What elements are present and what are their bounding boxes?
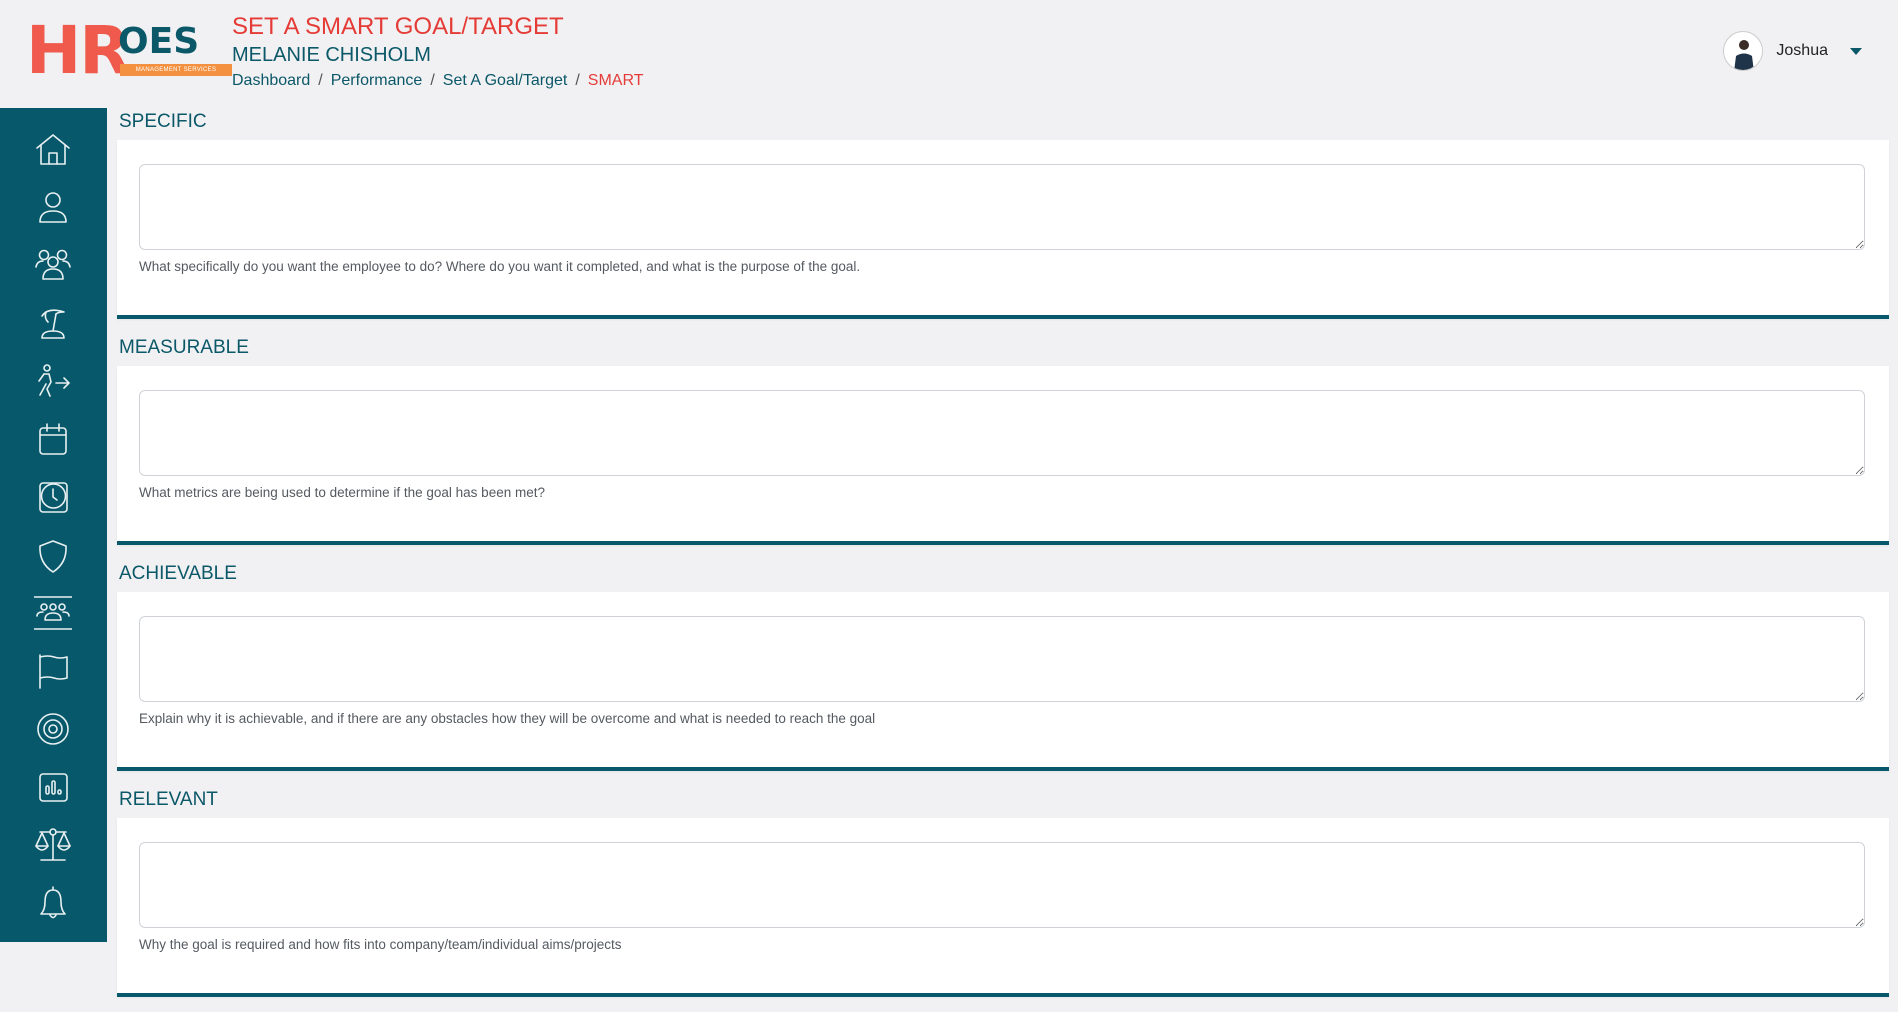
logo-hr: HR	[26, 12, 130, 89]
users-icon[interactable]	[33, 244, 73, 284]
scales-icon[interactable]	[33, 825, 73, 865]
logo-oes: OES	[118, 21, 200, 62]
section-specific: SPECIFIC What specifically do you want t…	[117, 108, 1889, 319]
hroes-logo[interactable]: HR OES MANAGEMENT SERVICES	[26, 18, 232, 84]
home-icon[interactable]	[33, 130, 73, 170]
section-title: SPECIFIC	[119, 111, 207, 132]
help-text: Why the goal is required and how fits in…	[139, 937, 622, 952]
help-text: What specifically do you want the employ…	[139, 259, 861, 274]
bell-icon[interactable]	[33, 883, 73, 923]
section-panel: Why the goal is required and how fits in…	[117, 818, 1889, 997]
section-panel: What specifically do you want the employ…	[117, 140, 1889, 319]
flag-icon[interactable]	[33, 651, 73, 691]
smart-goal-form: SPECIFIC What specifically do you want t…	[117, 108, 1889, 1012]
help-text: Explain why it is achievable, and if the…	[139, 711, 876, 726]
measurable-textarea[interactable]	[139, 390, 1865, 476]
breadcrumb-separator: /	[575, 72, 580, 89]
user-icon[interactable]	[33, 187, 73, 227]
section-title: MEASURABLE	[119, 337, 249, 358]
breadcrumb-separator: /	[430, 72, 435, 89]
avatar	[1723, 31, 1764, 71]
calendar-icon[interactable]	[33, 419, 73, 459]
achievable-textarea[interactable]	[139, 616, 1865, 702]
section-title: RELEVANT	[119, 789, 218, 810]
breadcrumb-performance[interactable]: Performance	[331, 72, 423, 89]
user-name: Joshua	[1776, 42, 1828, 59]
breadcrumb-set-goal[interactable]: Set A Goal/Target	[443, 72, 568, 89]
page-title: SET A SMART GOAL/TARGET	[232, 13, 564, 40]
help-text: What metrics are being used to determine…	[139, 485, 545, 500]
section-title: ACHIEVABLE	[119, 563, 237, 584]
logo-tagline: MANAGEMENT SERVICES	[120, 64, 232, 76]
shield-icon[interactable]	[33, 536, 73, 576]
sidebar	[0, 108, 107, 942]
header: HR OES MANAGEMENT SERVICES SET A SMART G…	[0, 0, 1898, 108]
relevant-textarea[interactable]	[139, 842, 1865, 928]
section-panel: Explain why it is achievable, and if the…	[117, 592, 1889, 771]
section-panel: What metrics are being used to determine…	[117, 366, 1889, 545]
specific-textarea[interactable]	[139, 164, 1865, 250]
user-menu[interactable]: Joshua	[1723, 31, 1862, 71]
chevron-down-icon[interactable]	[1850, 47, 1862, 55]
report-icon[interactable]	[33, 767, 73, 807]
employee-name: MELANIE CHISHOLM	[232, 44, 431, 66]
section-achievable: ACHIEVABLE Explain why it is achievable,…	[117, 560, 1889, 771]
leaver-icon[interactable]	[33, 361, 73, 401]
breadcrumb-separator: /	[318, 72, 323, 89]
holiday-icon[interactable]	[33, 303, 73, 343]
section-relevant: RELEVANT Why the goal is required and ho…	[117, 786, 1889, 997]
team-icon[interactable]	[33, 593, 73, 633]
breadcrumb: Dashboard / Performance / Set A Goal/Target /…	[232, 70, 643, 92]
target-icon[interactable]	[33, 709, 73, 749]
clock-icon[interactable]	[33, 477, 73, 517]
section-measurable: MEASURABLE What metrics are being used t…	[117, 334, 1889, 545]
breadcrumb-current: SMART	[587, 72, 644, 89]
breadcrumb-dashboard[interactable]: Dashboard	[232, 72, 310, 89]
